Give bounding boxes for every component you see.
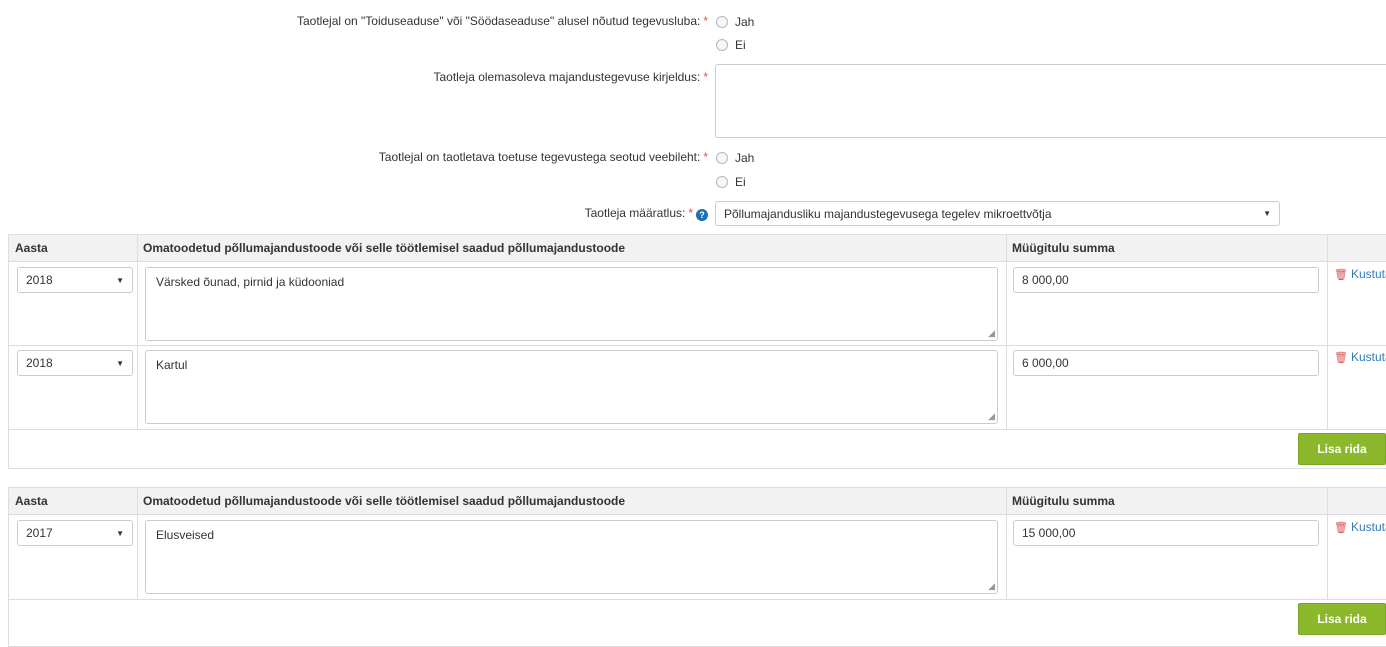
revenue-table-2: Aasta Omatoodetud põllumajandustoode või… (8, 487, 1386, 647)
resize-grip-icon[interactable]: ◢ (988, 328, 995, 339)
product-textarea[interactable]: Värsked õunad, pirnid ja küdooniad ◢ (145, 267, 998, 341)
business-description-textarea[interactable] (715, 64, 1386, 138)
column-header-revenue: Müügitulu summa (1012, 241, 1115, 255)
resize-grip-icon[interactable]: ◢ (988, 581, 995, 592)
revenue-input[interactable]: 8 000,00 (1013, 267, 1319, 293)
row-divider (9, 345, 1386, 346)
food-license-radio-ei[interactable]: Ei (716, 37, 746, 53)
radio-circle-icon[interactable] (716, 152, 728, 164)
column-divider (137, 235, 138, 429)
add-row-button[interactable]: Lisa rida (1298, 603, 1386, 635)
revenue-table-1: Aasta Omatoodetud põllumajandustoode või… (8, 234, 1386, 469)
row-divider (9, 429, 1386, 430)
website-radio-jah[interactable]: Jah (716, 150, 754, 166)
resize-grip-icon[interactable]: ◢ (988, 411, 995, 422)
help-icon[interactable]: ? (696, 209, 708, 221)
required-marker: * (688, 206, 693, 220)
business-description-label: Taotleja olemasoleva majandustegevuse ki… (433, 70, 709, 84)
column-divider (1327, 235, 1328, 429)
required-marker: * (703, 14, 708, 28)
trash-icon: 🗑 (1334, 268, 1348, 281)
delete-row-link[interactable]: 🗑 Kustuta (1334, 350, 1386, 364)
year-select[interactable]: 2017 ▼ (17, 520, 133, 546)
column-header-year: Aasta (15, 241, 48, 255)
trash-icon: 🗑 (1334, 351, 1348, 364)
product-textarea[interactable]: Kartul ◢ (145, 350, 998, 424)
column-header-year: Aasta (15, 494, 48, 508)
year-select[interactable]: 2018 ▼ (17, 350, 133, 376)
column-divider (1006, 235, 1007, 429)
column-header-product: Omatoodetud põllumajandustoode või selle… (143, 241, 626, 255)
chevron-down-icon: ▼ (116, 358, 124, 368)
radio-circle-icon[interactable] (716, 39, 728, 51)
column-divider (1006, 488, 1007, 599)
food-license-radio-jah[interactable]: Jah (716, 14, 754, 30)
classification-label: Taotleja määratlus: *? (585, 206, 708, 221)
required-marker: * (703, 70, 708, 84)
trash-icon: 🗑 (1334, 521, 1348, 534)
delete-row-link[interactable]: 🗑 Kustuta (1334, 520, 1386, 534)
website-radio-ei[interactable]: Ei (716, 174, 746, 190)
website-label: Taotlejal on taotletava toetuse tegevust… (378, 150, 708, 164)
required-marker: * (703, 150, 708, 164)
year-select[interactable]: 2018 ▼ (17, 267, 133, 293)
product-textarea[interactable]: Elusveised ◢ (145, 520, 998, 594)
classification-select[interactable]: Põllumajandusliku majandustegevusega teg… (715, 201, 1280, 226)
column-divider (137, 488, 138, 599)
radio-circle-icon[interactable] (716, 16, 728, 28)
radio-circle-icon[interactable] (716, 176, 728, 188)
column-header-revenue: Müügitulu summa (1012, 494, 1115, 508)
add-row-button[interactable]: Lisa rida (1298, 433, 1386, 465)
food-license-label: Taotlejal on "Toiduseaduse" või "Söödase… (297, 14, 708, 28)
chevron-down-icon: ▼ (116, 528, 124, 538)
column-header-product: Omatoodetud põllumajandustoode või selle… (143, 494, 626, 508)
column-divider (1327, 488, 1328, 599)
revenue-input[interactable]: 6 000,00 (1013, 350, 1319, 376)
revenue-input[interactable]: 15 000,00 (1013, 520, 1319, 546)
table-header: Aasta Omatoodetud põllumajandustoode või… (9, 235, 1386, 262)
delete-row-link[interactable]: 🗑 Kustuta (1334, 267, 1386, 281)
chevron-down-icon: ▼ (1263, 209, 1271, 218)
chevron-down-icon: ▼ (116, 275, 124, 285)
row-divider (9, 599, 1386, 600)
table-header: Aasta Omatoodetud põllumajandustoode või… (9, 488, 1386, 515)
